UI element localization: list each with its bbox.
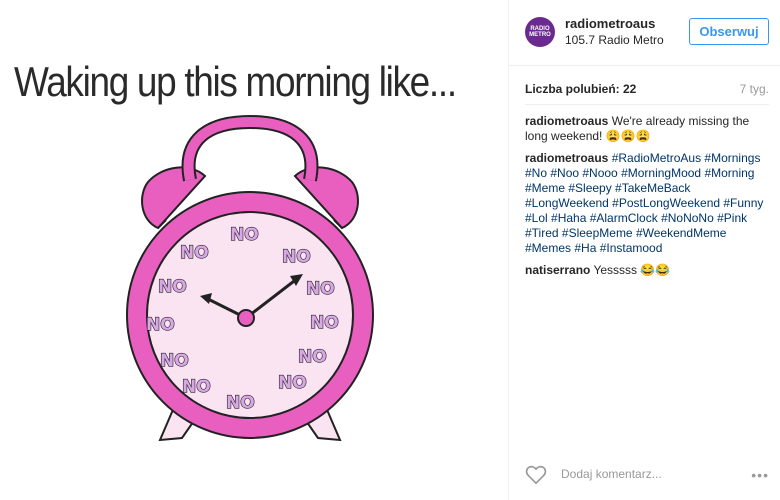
location-link[interactable]: 105.7 Radio Metro: [565, 33, 664, 47]
add-comment-row: Dodaj komentarz... •••: [525, 463, 769, 487]
comment-item: natiserrano Yesssss 😂😂: [525, 263, 769, 278]
comments-list: radiometroaus We're already missing the …: [525, 114, 769, 285]
alarm-clock-illustration: NO NO NO NO NO NO NO NO NO NO NO NO: [126, 114, 374, 442]
post-image[interactable]: Waking up this morning like... NO NO NO …: [0, 0, 508, 500]
no-word: NO: [160, 351, 189, 371]
post-header: RADIO METRO radiometroaus 105.7 Radio Me…: [509, 0, 780, 66]
comment-username[interactable]: natiserrano: [525, 263, 590, 277]
comment-input[interactable]: Dodaj komentarz...: [561, 467, 662, 481]
no-word: NO: [298, 347, 327, 367]
heart-icon[interactable]: [525, 465, 547, 485]
avatar[interactable]: RADIO METRO: [525, 17, 555, 47]
no-word: NO: [180, 243, 209, 263]
comment-item: radiometroaus We're already missing the …: [525, 114, 769, 144]
no-word: NO: [282, 247, 311, 267]
no-word: NO: [230, 225, 259, 245]
likes-row: Liczba polubień: 22 7 tyg.: [525, 82, 769, 98]
comment-item: radiometroaus #RadioMetroAus #Mornings #…: [525, 151, 769, 256]
no-word: NO: [306, 279, 335, 299]
avatar-text-bottom: METRO: [529, 32, 551, 38]
more-options-icon[interactable]: •••: [751, 467, 769, 483]
comment-hashtags[interactable]: #RadioMetroAus #Mornings #No #Noo #Nooo …: [525, 151, 763, 255]
post-sidebar: RADIO METRO radiometroaus 105.7 Radio Me…: [508, 0, 780, 500]
post-timestamp[interactable]: 7 tyg.: [740, 82, 769, 96]
follow-button[interactable]: Obserwuj: [689, 18, 769, 45]
likes-count[interactable]: Liczba polubień: 22: [525, 82, 636, 96]
no-word: NO: [310, 313, 339, 333]
no-word: NO: [182, 377, 211, 397]
comment-username[interactable]: radiometroaus: [525, 151, 608, 165]
divider: [525, 104, 769, 105]
no-word: NO: [226, 393, 255, 413]
username-link[interactable]: radiometroaus: [565, 16, 655, 31]
comment-text: Yesssss 😂😂: [593, 263, 671, 277]
image-caption-text: Waking up this morning like...: [14, 58, 457, 105]
avatar-logo-text: RADIO METRO: [529, 26, 551, 38]
no-word: NO: [278, 373, 307, 393]
no-word: NO: [146, 315, 175, 335]
no-word: NO: [158, 277, 187, 297]
comment-username[interactable]: radiometroaus: [525, 114, 608, 128]
